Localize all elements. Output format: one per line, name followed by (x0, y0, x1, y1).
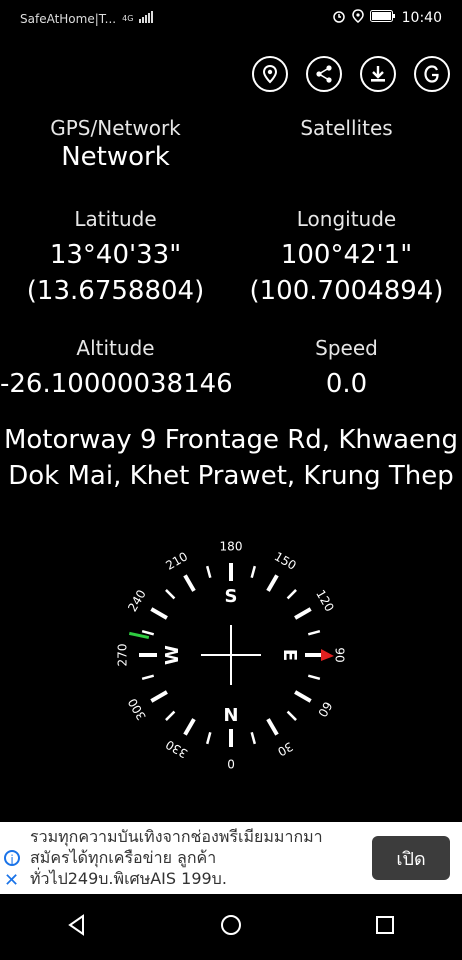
compass-tick (205, 565, 212, 579)
compass-tick (294, 607, 312, 620)
source-section: GPS/Network Network (0, 116, 231, 172)
latitude-label: Latitude (74, 207, 157, 231)
compass-degree-label: 300 (125, 696, 149, 723)
compass-degree-label: 210 (163, 549, 190, 573)
compass-degree-label: 0 (227, 757, 235, 771)
satellites-label: Satellites (300, 116, 393, 140)
longitude-label: Longitude (296, 207, 397, 231)
compass-cardinal-n: N (223, 703, 238, 724)
compass-cardinal-w: W (162, 645, 183, 665)
speed-section: Speed 0.0 (231, 336, 462, 402)
compass-tick (250, 731, 257, 745)
compass-degree-label: 330 (163, 737, 190, 761)
compass-degree-label: 120 (313, 587, 337, 614)
compass-tick (286, 710, 297, 721)
ad-text-line-3: ทั่วไป249บ.พิเศษAIS 199บ. (30, 869, 227, 888)
address-line-1: Motorway 9 Frontage Rd, Khwaeng (3, 425, 459, 455)
compass-dial: 0 30 60 90 120 150 180 210 240 270 300 330 N E S W (116, 540, 347, 771)
location-pin-icon (262, 64, 278, 84)
battery-icon (369, 10, 396, 26)
navigation-bar (0, 894, 462, 960)
satellites-section: Satellites (231, 116, 462, 140)
compass-tick (250, 565, 257, 579)
location-icon (351, 9, 364, 27)
network-type: 4G (122, 14, 134, 23)
compass-tick (141, 629, 155, 636)
compass-degree-label: 270 (116, 644, 130, 667)
share-button[interactable] (306, 56, 342, 92)
address-line-2: Dok Mai, Khet Prawet, Krung Thep (8, 461, 454, 491)
compass-tick (307, 629, 321, 636)
altitude-value: -26.10000038146 (0, 369, 233, 399)
compass-tick (165, 710, 176, 721)
address: Motorway 9 Frontage Rd, Khwaeng Dok Mai,… (0, 422, 462, 494)
longitude-section: Longitude 100°42'1" (100.7004894) (231, 207, 462, 309)
recents-icon (376, 916, 394, 934)
compass: 0 30 60 90 120 150 180 210 240 270 300 330 N E S W (111, 535, 351, 775)
notification-text: SafeAtHome|T... (20, 11, 117, 26)
compass-degree-label: 90 (333, 647, 347, 662)
speed-label: Speed (315, 336, 378, 360)
recents-button[interactable] (371, 911, 399, 943)
back-icon (68, 914, 84, 936)
compass-tick (286, 589, 297, 600)
download-icon (371, 66, 385, 82)
compass-cardinal-e: E (279, 649, 300, 661)
compass-tick (266, 574, 279, 592)
altitude-section: Altitude -26.10000038146 (0, 336, 233, 402)
download-button[interactable] (360, 56, 396, 92)
back-button[interactable] (63, 911, 91, 943)
compass-tick (294, 690, 312, 703)
longitude-dms: 100°42'1" (280, 240, 413, 270)
clock: 10:40 (401, 10, 442, 26)
compass-tick (150, 690, 168, 703)
compass-tick (205, 731, 212, 745)
latitude-section: Latitude 13°40'33" (13.6758804) (0, 207, 231, 309)
ad-info-icon[interactable]: i (4, 850, 20, 867)
compass-heading-marker (128, 631, 150, 640)
longitude-decimal: (100.7004894) (249, 276, 444, 306)
location-pin-button[interactable] (252, 56, 288, 92)
compass-degree-label: 180 (220, 540, 243, 554)
altitude-label: Altitude (76, 336, 155, 360)
google-button[interactable] (414, 56, 450, 92)
compass-tick (183, 574, 196, 592)
source-value: Network (61, 142, 170, 172)
home-button[interactable] (217, 911, 245, 943)
alarm-icon (332, 9, 346, 27)
compass-tick (307, 674, 321, 681)
ad-text: รวมทุกความบันเทิงจากช่องพรีเมียมมากมา สม… (30, 826, 370, 889)
compass-degree-label: 60 (315, 699, 335, 719)
latitude-dms: 13°40'33" (49, 240, 182, 270)
compass-tick (141, 674, 155, 681)
compass-degree-label: 150 (272, 549, 299, 573)
compass-tick (183, 718, 196, 736)
compass-tick (150, 607, 168, 620)
ad-text-line-2: สมัครได้ทุกเครือข่าย ลูกค้า (30, 848, 217, 867)
latitude-decimal: (13.6758804) (26, 276, 205, 306)
ad-close-icon[interactable]: ✕ (4, 872, 19, 890)
ad-open-button[interactable]: เปิด (372, 836, 450, 880)
source-label: GPS/Network (50, 116, 181, 140)
compass-tick (266, 718, 279, 736)
compass-degree-label: 240 (125, 587, 149, 614)
google-icon (424, 65, 439, 83)
ad-banner[interactable]: i ✕ รวมทุกความบันเทิงจากช่องพรีเมียมมากม… (0, 822, 462, 894)
compass-tick (165, 589, 176, 600)
ad-text-line-1: รวมทุกความบันเทิงจากช่องพรีเมียมมากมา (30, 827, 323, 846)
toolbar (252, 56, 450, 92)
speed-value: 0.0 (325, 369, 368, 399)
compass-degree-label: 30 (275, 739, 295, 759)
signal-icon (139, 11, 154, 26)
home-icon (221, 915, 241, 935)
share-icon (316, 65, 332, 83)
compass-cardinal-s: S (225, 586, 238, 607)
compass-north-pointer (321, 649, 334, 661)
status-bar: SafeAtHome|T... 4G 10:40 (0, 0, 462, 36)
